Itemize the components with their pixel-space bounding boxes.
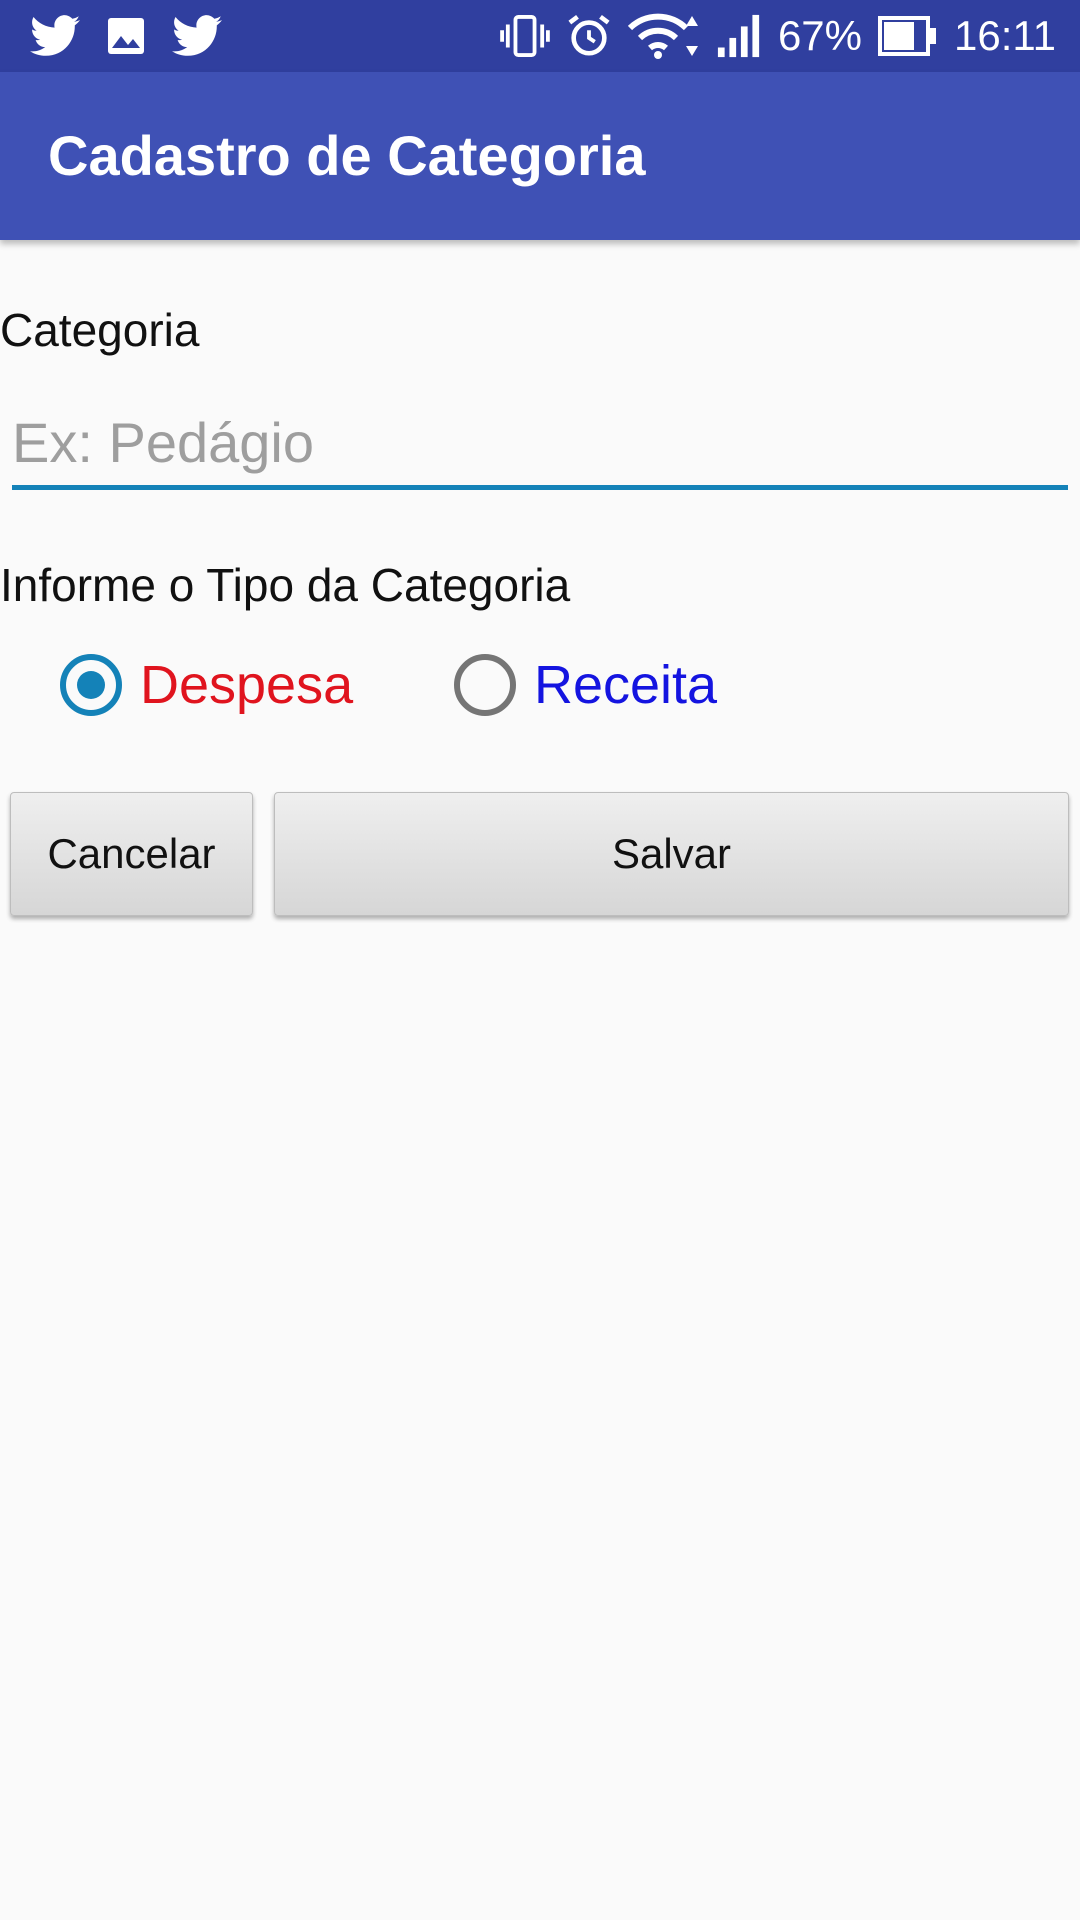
category-input[interactable] xyxy=(12,400,1068,484)
radio-unchecked-icon[interactable] xyxy=(454,654,516,716)
signal-icon xyxy=(716,13,762,59)
status-bar: 67% 16:11 xyxy=(0,0,1080,72)
notification-icons xyxy=(30,0,222,72)
radio-checked-icon[interactable] xyxy=(60,654,122,716)
battery-percent: 67% xyxy=(777,12,862,59)
clock: 16:11 xyxy=(954,12,1056,59)
category-input-container xyxy=(12,400,1068,490)
page-title: Cadastro de Categoria xyxy=(48,124,646,187)
category-label: Categoria xyxy=(0,304,200,356)
twitter-icon xyxy=(172,15,222,57)
radio-despesa-label[interactable]: Despesa xyxy=(140,654,353,716)
battery-icon xyxy=(878,15,938,57)
radio-receita-label[interactable]: Receita xyxy=(534,654,717,716)
save-button[interactable]: Salvar xyxy=(274,792,1069,916)
image-icon xyxy=(106,16,146,56)
wifi-icon xyxy=(627,12,700,60)
cancel-button[interactable]: Cancelar xyxy=(10,792,253,916)
radio-despesa[interactable]: Despesa xyxy=(60,650,353,720)
twitter-icon xyxy=(30,15,80,57)
radio-receita[interactable]: Receita xyxy=(454,650,717,720)
vibrate-icon xyxy=(500,15,550,57)
alarm-icon xyxy=(566,13,612,59)
system-icons: 67% 16:11 xyxy=(500,0,1056,72)
app-bar: Cadastro de Categoria xyxy=(0,72,1080,240)
category-type-label: Informe o Tipo da Categoria xyxy=(0,559,571,611)
